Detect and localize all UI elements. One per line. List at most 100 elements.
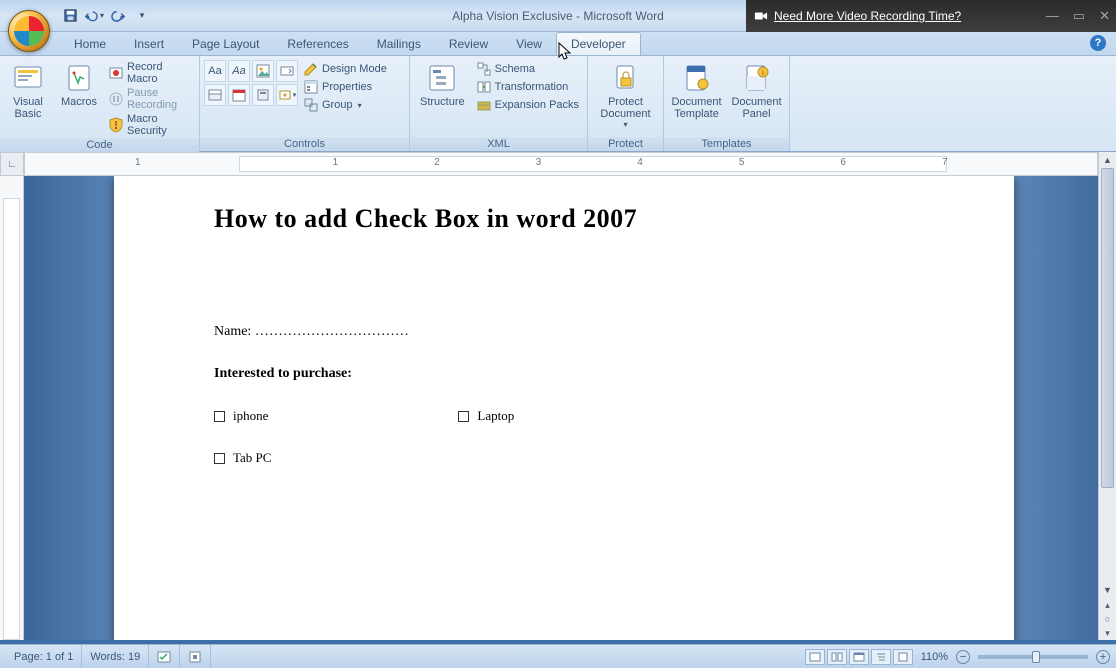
control-datepicker[interactable] [228,84,250,106]
tab-view[interactable]: View [502,33,556,55]
zoom-slider[interactable] [978,655,1088,659]
next-page-icon[interactable]: ▾ [1099,626,1116,640]
tab-developer[interactable]: Developer [556,32,641,55]
visual-basic-button[interactable]: Visual Basic [4,60,52,122]
view-web-layout[interactable] [849,649,869,665]
protect-document-button[interactable]: Protect Document ▾ [594,60,656,131]
macro-rec-icon [188,650,202,664]
qat-customize-icon[interactable]: ▾ [132,6,152,26]
checkbox-laptop[interactable] [458,411,469,422]
control-combobox[interactable] [276,60,298,82]
scroll-thumb[interactable] [1101,176,1114,488]
tab-review[interactable]: Review [435,33,502,55]
control-picture[interactable] [252,60,274,82]
view-draft[interactable] [893,649,913,665]
document-panel-icon: i [741,62,773,94]
document-panel-button[interactable]: i Document Panel [728,60,785,122]
schema-icon [476,61,492,77]
horizontal-ruler[interactable]: 1 1 2 3 4 5 6 7 [24,152,1098,176]
close-button[interactable]: ✕ [1099,8,1110,24]
tab-mailings[interactable]: Mailings [363,33,435,55]
tab-selector[interactable]: ∟ [0,152,24,176]
pause-recording-icon [108,91,124,107]
status-page[interactable]: Page: 1 of 1 [6,645,82,668]
control-buildingblock[interactable] [252,84,274,106]
tab-page-layout[interactable]: Page Layout [178,33,273,55]
vertical-ruler[interactable] [0,176,24,640]
minimize-button[interactable]: — [1046,8,1059,24]
macro-security-label: Macro Security [127,113,193,137]
status-words[interactable]: Words: 19 [82,645,149,668]
titlebar: ▾ Alpha Vision Exclusive - Microsoft Wor… [0,0,1116,32]
name-field-line: Name: …………………………… [214,324,914,340]
undo-icon[interactable] [84,6,104,26]
group-button[interactable]: Group ▾ [301,96,389,114]
ribbon: Visual Basic Macros Record Macro Pause R… [0,56,1116,152]
view-print-layout[interactable] [805,649,825,665]
structure-button[interactable]: Structure [414,60,471,110]
chevron-down-icon: ▾ [623,120,627,129]
record-macro-label: Record Macro [127,61,193,85]
document-template-button[interactable]: Document Template [668,60,725,122]
group-templates: Document Template i Document Panel Templ… [664,56,790,151]
notification-link[interactable]: Need More Video Recording Time? [774,9,961,23]
control-text[interactable]: Aa [228,60,250,82]
group-templates-label: Templates [664,137,789,151]
record-macro-button[interactable]: Record Macro [106,60,195,86]
ruler-num: 6 [840,157,846,168]
group-code: Visual Basic Macros Record Macro Pause R… [0,56,200,151]
group-protect-label: Protect [588,137,663,151]
group-code-label: Code [0,138,199,152]
scroll-down-icon[interactable]: ▼ [1099,582,1116,598]
macros-button[interactable]: Macros [55,60,103,110]
maximize-button[interactable]: ▭ [1073,8,1085,24]
zoom-out-button[interactable]: − [956,650,970,664]
transformation-button[interactable]: Transformation [474,78,581,96]
expansion-packs-button[interactable]: Expansion Packs [474,96,581,114]
design-mode-button[interactable]: Design Mode [301,60,389,78]
workspace: ∟ 1 1 2 3 4 5 6 7 How to add Check Bo [0,152,1116,640]
vertical-scrollbar[interactable]: ▲ ▼ ▴ ○ ▾ [1098,176,1116,640]
zoom-value[interactable]: 110% [921,651,948,663]
macros-icon [63,62,95,94]
transformation-label: Transformation [495,81,569,93]
redo-icon[interactable] [108,6,128,26]
window-controls: — ▭ ✕ [1046,8,1110,24]
save-icon[interactable] [60,6,80,26]
view-full-screen[interactable] [827,649,847,665]
check-item-iphone: iphone [214,408,268,424]
office-button[interactable] [8,10,50,52]
help-button[interactable]: ? [1090,35,1106,51]
control-dropdown[interactable] [204,84,226,106]
ruler-num: 4 [637,157,643,168]
document-viewport[interactable]: How to add Check Box in word 2007 Name: … [24,176,1116,640]
view-outline[interactable] [871,649,891,665]
tab-references[interactable]: References [273,33,362,55]
status-macro[interactable] [180,645,211,668]
tab-insert[interactable]: Insert [120,33,178,55]
interested-label: Interested to purchase: [214,366,914,382]
status-proof[interactable] [149,645,180,668]
protect-document-icon [609,62,641,94]
group-label: Group [322,99,353,111]
control-richtext[interactable]: Aa [204,60,226,82]
pause-recording-button[interactable]: Pause Recording [106,86,195,112]
prev-page-icon[interactable]: ▴ [1099,598,1116,612]
control-legacy[interactable]: ▾ [276,84,298,106]
checkbox-iphone[interactable] [214,411,225,422]
page: How to add Check Box in word 2007 Name: … [114,176,1014,640]
zoom-in-button[interactable]: + [1096,650,1110,664]
schema-button[interactable]: Schema [474,60,581,78]
visual-basic-icon [12,62,44,94]
checkbox-tabpc[interactable] [214,453,225,464]
properties-button[interactable]: Properties [301,78,389,96]
ribbon-tabs: Home Insert Page Layout References Maili… [0,32,1116,56]
browse-object-icon[interactable]: ○ [1099,612,1116,626]
group-xml-label: XML [410,137,587,151]
tab-home[interactable]: Home [60,33,120,55]
ruler-num: 2 [434,157,440,168]
visual-basic-label: Visual Basic [13,96,43,120]
macro-security-button[interactable]: Macro Security [106,112,195,138]
checkbox-laptop-label: Laptop [477,408,514,424]
group-xml: Structure Schema Transformation Expansio… [410,56,588,151]
